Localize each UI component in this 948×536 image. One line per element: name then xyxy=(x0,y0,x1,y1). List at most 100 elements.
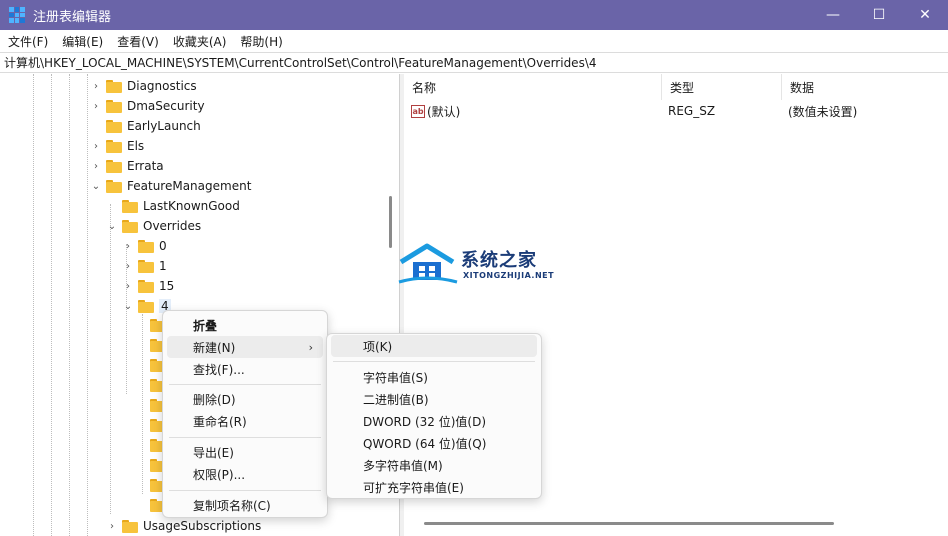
folder-icon xyxy=(138,239,154,253)
tree-item-dmasecurity[interactable]: › DmaSecurity xyxy=(90,96,205,116)
tree-item-label: LastKnownGood xyxy=(143,199,240,213)
tree-item-featuremanagement[interactable]: ⌄ FeatureManagement xyxy=(90,176,252,196)
folder-icon xyxy=(106,159,122,173)
column-header-name[interactable]: 名称 xyxy=(404,74,662,100)
tree-item-0[interactable]: › 0 xyxy=(122,236,167,256)
menu-new[interactable]: 新建(N) › xyxy=(167,336,323,358)
tree-item-label: 1 xyxy=(159,259,167,273)
menu-help[interactable]: 帮助(H) xyxy=(236,33,286,50)
address-bar[interactable]: 计算机\HKEY_LOCAL_MACHINE\SYSTEM\CurrentCon… xyxy=(0,52,948,73)
menu-edit[interactable]: 编辑(E) xyxy=(58,33,107,50)
tree-item-lastknowngood[interactable]: LastKnownGood xyxy=(106,196,240,216)
tree-item-15[interactable]: › 15 xyxy=(122,276,174,296)
folder-icon xyxy=(106,179,122,193)
tree-item-label: Errata xyxy=(127,159,164,173)
tree-guide-line xyxy=(33,74,34,536)
menu-new-key[interactable]: 项(K) xyxy=(331,335,537,357)
menu-view[interactable]: 查看(V) xyxy=(113,33,163,50)
window-controls: — ☐ ✕ xyxy=(810,0,948,30)
tree-item-label: UsageSubscriptions xyxy=(143,519,262,533)
tree-item-label: FeatureManagement xyxy=(127,179,252,193)
menu-copy-key-name[interactable]: 复制项名称(C) xyxy=(167,494,323,516)
menu-delete[interactable]: 删除(D) xyxy=(167,388,323,410)
value-type: REG_SZ xyxy=(668,104,716,118)
watermark-domain: XITONGZHIJIA.NET xyxy=(463,271,555,280)
menu-new-dword-value[interactable]: DWORD (32 位)值(D) xyxy=(331,410,537,432)
folder-icon xyxy=(138,279,154,293)
menu-file[interactable]: 文件(F) xyxy=(4,33,52,50)
value-name-cell: ab (默认) xyxy=(411,100,460,122)
menu-new-binary-value[interactable]: 二进制值(B) xyxy=(331,388,537,410)
minimize-button[interactable]: — xyxy=(810,0,856,30)
chevron-right-icon[interactable]: › xyxy=(90,140,102,152)
tree-item-earlylaunch[interactable]: EarlyLaunch xyxy=(90,116,201,136)
tree-item-1[interactable]: › 1 xyxy=(122,256,167,276)
value-data: (数值未设置) xyxy=(788,104,858,119)
chevron-right-icon[interactable]: › xyxy=(90,80,102,92)
title-bar: 注册表编辑器 — ☐ ✕ xyxy=(0,0,948,30)
tree-item-overrides[interactable]: ⌄ Overrides xyxy=(106,216,201,236)
folder-icon xyxy=(106,139,122,153)
maximize-button[interactable]: ☐ xyxy=(856,0,902,30)
new-submenu: 项(K) 字符串值(S) 二进制值(B) DWORD (32 位)值(D) QW… xyxy=(326,333,542,499)
folder-icon xyxy=(106,99,122,113)
tree-item-label: 15 xyxy=(159,279,175,293)
menu-new-qword-value[interactable]: QWORD (64 位)值(Q) xyxy=(331,432,537,454)
folder-icon xyxy=(122,199,138,213)
menu-find[interactable]: 查找(F)... xyxy=(167,358,323,380)
menu-new-label: 新建(N) xyxy=(193,340,236,355)
tree-item-usagesubscriptions[interactable]: › UsageSubscriptions xyxy=(106,516,261,536)
chevron-right-icon[interactable]: › xyxy=(122,240,134,252)
value-name: (默认) xyxy=(427,104,461,119)
chevron-right-icon[interactable]: › xyxy=(106,520,118,532)
menu-favorites[interactable]: 收藏夹(A) xyxy=(169,33,231,50)
tree-item-label: DmaSecurity xyxy=(127,99,205,113)
menu-new-string-value[interactable]: 字符串值(S) xyxy=(331,366,537,388)
context-menu: 折叠 新建(N) › 查找(F)... 删除(D) 重命名(R) 导出(E) 权… xyxy=(162,310,328,518)
value-row-default[interactable]: ab (默认) REG_SZ (数值未设置) xyxy=(404,100,948,122)
tree-item-els[interactable]: › Els xyxy=(90,136,144,156)
tree-expander-blank xyxy=(90,120,102,132)
window-title: 注册表编辑器 xyxy=(33,9,112,25)
menu-separator xyxy=(169,384,321,385)
chevron-right-icon[interactable]: › xyxy=(90,100,102,112)
close-button[interactable]: ✕ xyxy=(902,0,948,30)
menu-rename[interactable]: 重命名(R) xyxy=(167,410,323,432)
tree-item-label: Overrides xyxy=(143,219,202,233)
tree-item-label: Els xyxy=(127,139,145,153)
menu-collapse[interactable]: 折叠 xyxy=(167,314,323,336)
chevron-down-icon[interactable]: ⌄ xyxy=(90,180,102,192)
registry-app-icon xyxy=(9,7,25,23)
tree-guide-line xyxy=(51,74,52,536)
chevron-right-icon[interactable]: › xyxy=(90,160,102,172)
tree-guide-line xyxy=(142,314,143,494)
chevron-down-icon[interactable]: ⌄ xyxy=(106,220,118,232)
folder-icon xyxy=(122,219,138,233)
tree-item-errata[interactable]: › Errata xyxy=(90,156,164,176)
tree-item-label: EarlyLaunch xyxy=(127,119,201,133)
string-value-icon: ab xyxy=(411,104,425,118)
folder-open-icon xyxy=(138,299,154,313)
menu-bar: 文件(F) 编辑(E) 查看(V) 收藏夹(A) 帮助(H) xyxy=(0,30,948,52)
tree-guide-line xyxy=(69,74,70,536)
tree-scrollbar-thumb[interactable] xyxy=(389,196,392,248)
chevron-down-icon[interactable]: ⌄ xyxy=(122,300,134,312)
menu-new-expandable-string-value[interactable]: 可扩充字符串值(E) xyxy=(331,476,537,498)
menu-new-multi-string-value[interactable]: 多字符串值(M) xyxy=(331,454,537,476)
tree-guide-line xyxy=(110,204,111,514)
folder-icon xyxy=(106,119,122,133)
list-horizontal-scrollbar[interactable] xyxy=(424,522,834,525)
folder-icon xyxy=(122,519,138,533)
tree-item-diagnostics[interactable]: › Diagnostics xyxy=(90,76,197,96)
column-header-data[interactable]: 数据 xyxy=(782,74,948,100)
tree-item-label: 0 xyxy=(159,239,167,253)
menu-permissions[interactable]: 权限(P)... xyxy=(167,463,323,485)
folder-icon xyxy=(106,79,122,93)
menu-separator xyxy=(169,437,321,438)
watermark-logo: 系统之家 XITONGZHIJIA.NET xyxy=(397,240,554,290)
column-header-type[interactable]: 类型 xyxy=(662,74,782,100)
chevron-right-icon[interactable]: › xyxy=(122,260,134,272)
chevron-right-icon[interactable]: › xyxy=(122,280,134,292)
folder-icon xyxy=(138,259,154,273)
menu-export[interactable]: 导出(E) xyxy=(167,441,323,463)
